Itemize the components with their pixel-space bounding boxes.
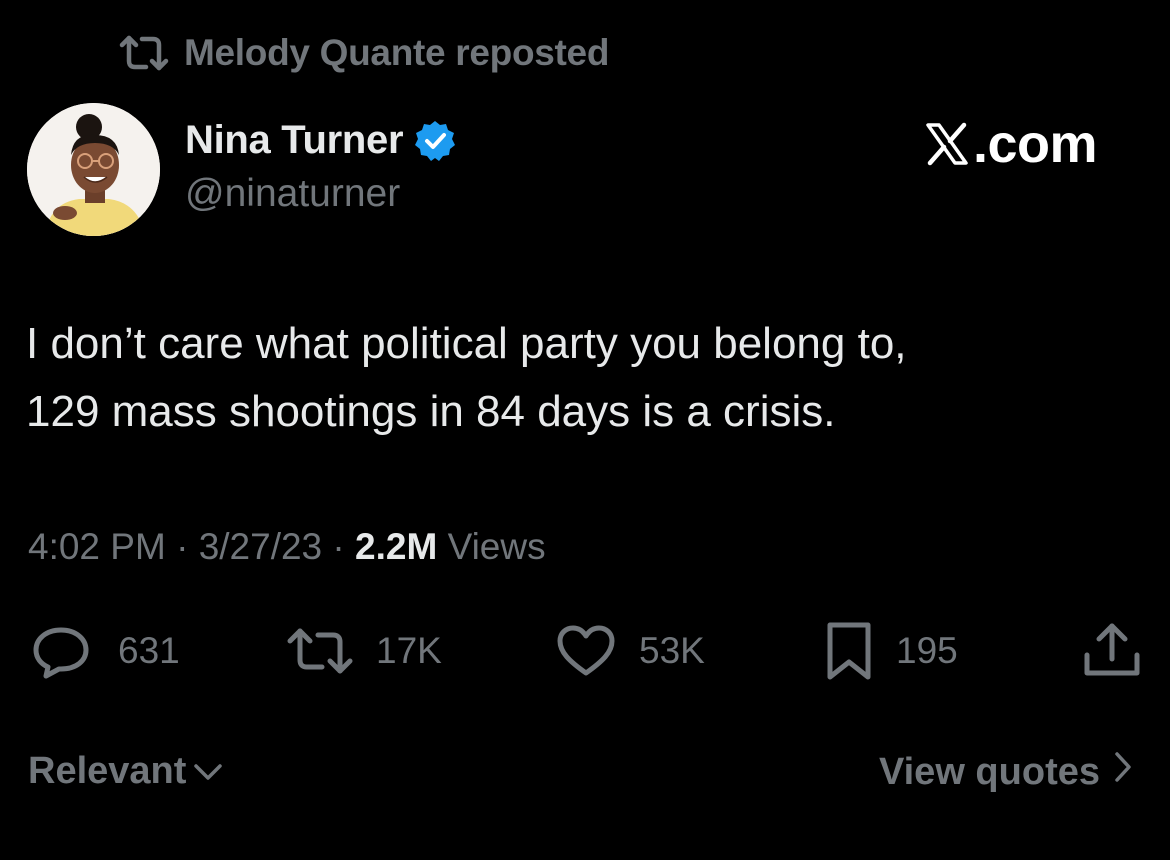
like-button[interactable]: 53K bbox=[555, 620, 705, 682]
reply-icon bbox=[26, 622, 96, 680]
repost-icon bbox=[286, 626, 354, 676]
bookmark-icon bbox=[824, 620, 874, 682]
view-quotes-label: View quotes bbox=[878, 750, 1100, 793]
tweet-meta: 4:02 PM · 3/27/23 · 2.2M Views bbox=[28, 526, 546, 568]
tweet-line: 129 mass shootings in 84 days is a crisi… bbox=[26, 387, 836, 436]
author-handle[interactable]: @ninaturner bbox=[185, 172, 400, 216]
chevron-down-icon bbox=[192, 750, 224, 793]
tweet-line: I don’t care what political party you be… bbox=[26, 319, 907, 368]
reply-button[interactable]: 631 bbox=[26, 620, 180, 682]
tweet-time[interactable]: 4:02 PM bbox=[28, 526, 166, 567]
chevron-right-icon bbox=[1112, 750, 1134, 794]
heart-icon bbox=[555, 624, 617, 678]
meta-separator: · bbox=[322, 526, 356, 567]
verified-badge-icon[interactable] bbox=[413, 119, 457, 163]
like-count: 53K bbox=[639, 630, 705, 671]
tweet-date[interactable]: 3/27/23 bbox=[199, 526, 322, 567]
x-logo-icon bbox=[925, 122, 969, 166]
repost-button[interactable]: 17K bbox=[286, 620, 442, 682]
display-name[interactable]: Nina Turner bbox=[185, 118, 404, 163]
bookmark-button[interactable]: 195 bbox=[824, 620, 958, 682]
author-name-row[interactable]: Nina Turner bbox=[185, 118, 457, 163]
repost-count: 17K bbox=[376, 630, 442, 671]
avatar[interactable] bbox=[27, 103, 160, 236]
x-com-watermark: .com bbox=[925, 113, 1098, 175]
views-label: Views bbox=[437, 526, 546, 567]
view-quotes-link[interactable]: View quotes bbox=[879, 750, 1134, 794]
sort-label: Relevant bbox=[28, 750, 187, 792]
bookmark-count: 195 bbox=[896, 630, 958, 671]
meta-separator: · bbox=[165, 526, 199, 567]
tweet-text: I don’t care what political party you be… bbox=[26, 310, 1136, 446]
reply-count: 631 bbox=[118, 630, 180, 671]
repost-icon bbox=[118, 33, 170, 73]
share-button[interactable] bbox=[1080, 620, 1166, 682]
repost-text: Melody Quante reposted bbox=[184, 32, 610, 73]
views-count[interactable]: 2.2M bbox=[355, 526, 437, 567]
watermark-text: .com bbox=[973, 114, 1098, 174]
repost-indicator[interactable]: Melody Quante reposted bbox=[118, 30, 609, 76]
share-icon bbox=[1080, 621, 1144, 681]
sort-dropdown[interactable]: Relevant bbox=[28, 750, 224, 793]
